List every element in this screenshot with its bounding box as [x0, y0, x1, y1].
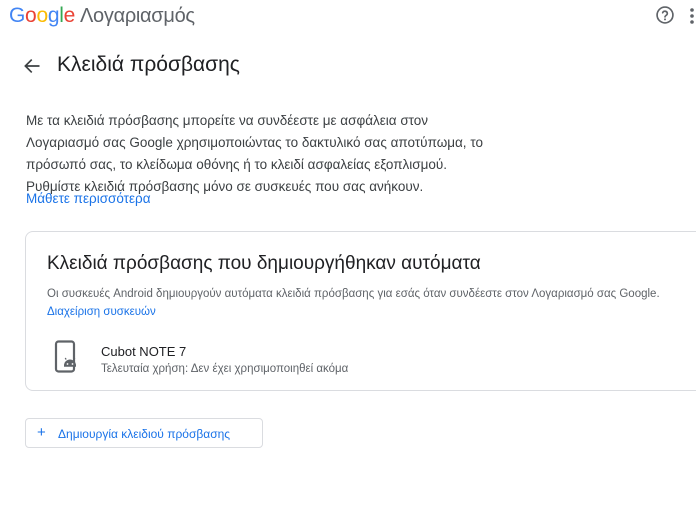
logo-letter: g — [47, 4, 60, 27]
card-description: Οι συσκευές Android δημιουργούν αυτόματα… — [47, 285, 696, 321]
auto-passkeys-card: Κλειδιά πρόσβασης που δημιουργήθηκαν αυτ… — [25, 231, 696, 391]
top-bar: Google Λογαριασμός — [0, 0, 696, 34]
android-phone-icon — [54, 340, 76, 373]
arrow-back-icon[interactable] — [22, 56, 42, 76]
more-vert-icon[interactable] — [688, 6, 696, 26]
logo-letter: G — [9, 4, 26, 27]
logo-letter: o — [36, 4, 48, 27]
product-name: Λογαριασμός — [79, 5, 195, 27]
card-description-text: Οι συσκευές Android δημιουργούν αυτόματα… — [47, 288, 660, 300]
google-account-logo[interactable]: Google Λογαριασμός — [9, 4, 195, 28]
page-title: Κλειδιά πρόσβασης — [57, 53, 240, 76]
create-passkey-label: Δημιουργία κλειδιού πρόσβασης — [58, 427, 231, 441]
learn-more-link[interactable]: Μάθετε περισσότερα — [26, 191, 151, 206]
logo-letter: e — [63, 4, 76, 27]
help-circle-icon[interactable] — [655, 5, 675, 25]
device-last-used: Τελευταία χρήση: Δεν έχει χρησιμοποιηθεί… — [101, 363, 349, 375]
card-title: Κλειδιά πρόσβασης που δημιουργήθηκαν αυτ… — [47, 253, 481, 274]
logo-letter: o — [25, 4, 37, 27]
page-description: Με τα κλειδιά πρόσβασης μπορείτε να συνδ… — [26, 113, 483, 194]
manage-devices-link[interactable]: Διαχείριση συσκευών — [47, 306, 156, 318]
create-passkey-button[interactable]: + Δημιουργία κλειδιού πρόσβασης — [25, 418, 263, 448]
device-name: Cubot NOTE 7 — [101, 344, 187, 359]
plus-icon: + — [37, 424, 46, 441]
